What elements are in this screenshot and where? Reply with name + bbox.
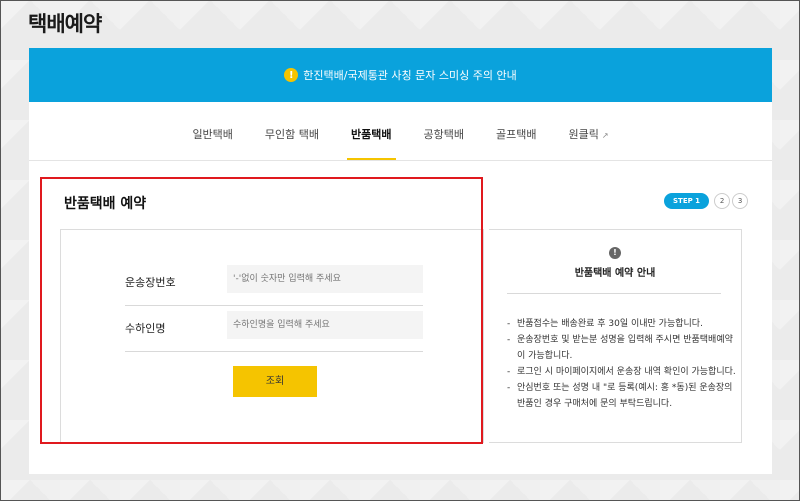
- window-frame: [0, 0, 800, 501]
